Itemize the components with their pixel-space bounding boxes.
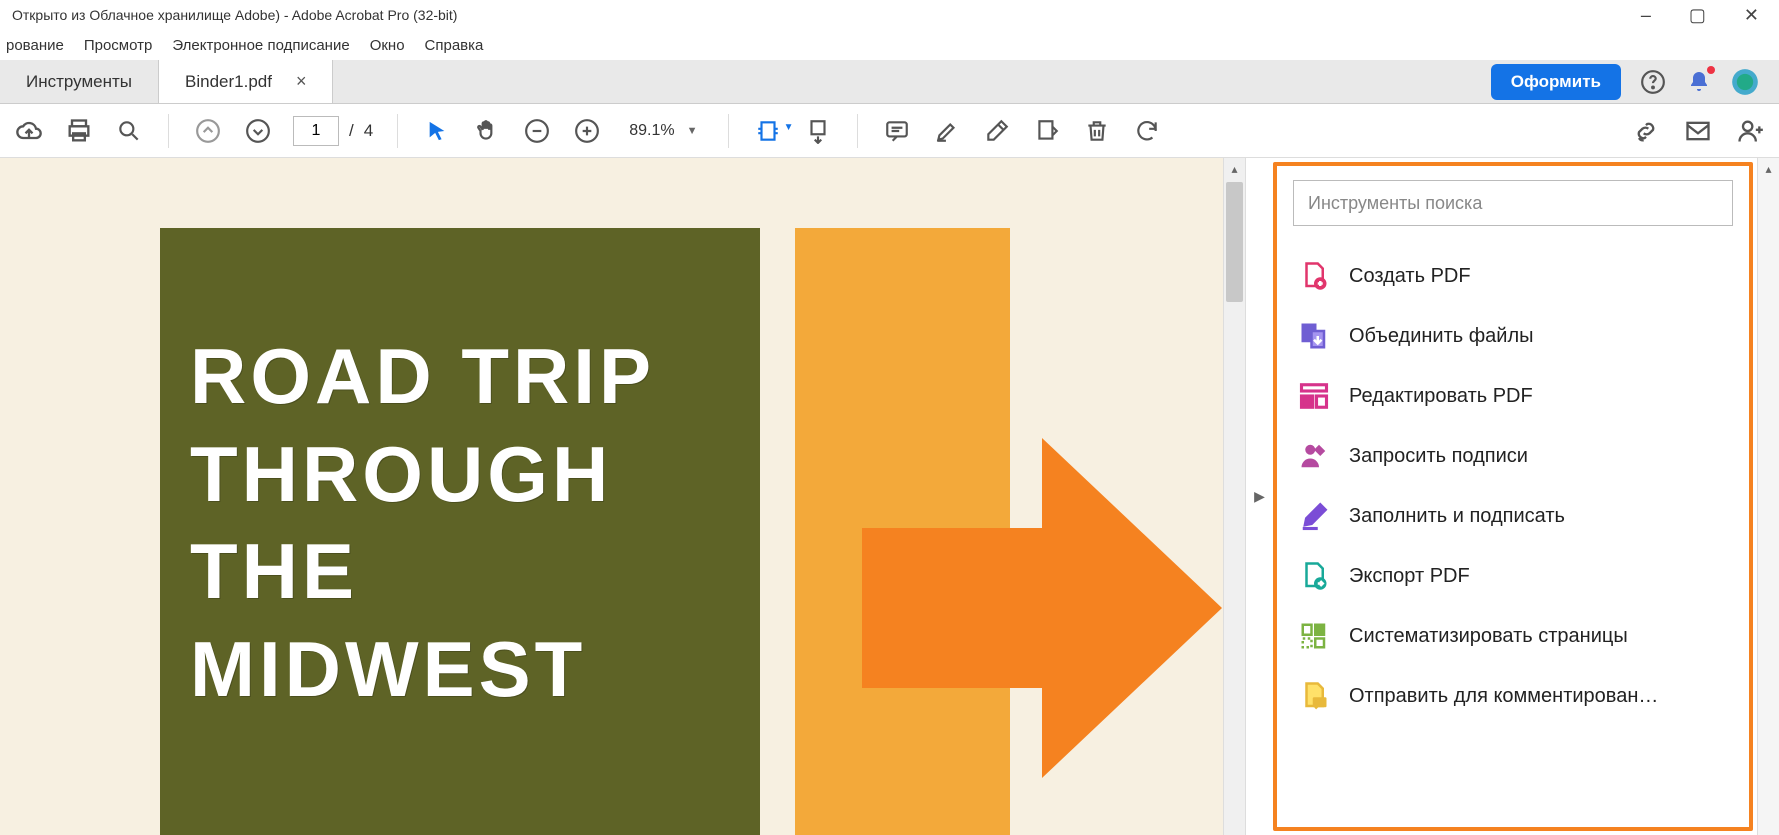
tool-fill-sign[interactable]: Заполнить и подписать: [1293, 486, 1733, 546]
profile-icon[interactable]: [1731, 68, 1759, 96]
tab-close-icon[interactable]: ×: [296, 71, 307, 92]
tab-file[interactable]: Binder1.pdf ×: [159, 60, 333, 103]
page-sep: /: [349, 121, 354, 141]
maximize-icon[interactable]: ▢: [1689, 5, 1706, 26]
doc-heading: ROAD TRIP THROUGH THE MIDWEST: [190, 328, 730, 718]
menu-item[interactable]: Электронное подписание: [172, 37, 349, 54]
delete-icon[interactable]: [1082, 116, 1112, 146]
select-arrow-icon[interactable]: [422, 116, 452, 146]
combine-icon: [1299, 321, 1329, 351]
minimize-icon[interactable]: –: [1641, 5, 1651, 26]
chevron-down-icon: ▼: [687, 125, 698, 137]
tab-label: Binder1.pdf: [185, 72, 272, 92]
page-up-icon[interactable]: [193, 116, 223, 146]
zoom-dropdown[interactable]: 89.1% ▼: [622, 119, 704, 143]
menu-bar: рование Просмотр Электронное подписание …: [0, 30, 1779, 60]
tab-tools[interactable]: Инструменты: [0, 60, 159, 103]
tabs-right: Оформить: [1491, 60, 1779, 103]
scroll-up-icon[interactable]: ▴: [1765, 162, 1771, 176]
signature-request-icon: [1299, 441, 1329, 471]
tool-label: Объединить файлы: [1349, 325, 1534, 348]
fit-width-icon[interactable]: ▼: [753, 116, 783, 146]
organize-icon: [1299, 621, 1329, 651]
tool-label: Запросить подписи: [1349, 445, 1528, 468]
edit-layout-icon: [1299, 381, 1329, 411]
menu-item[interactable]: рование: [6, 37, 64, 54]
subscribe-button[interactable]: Оформить: [1491, 64, 1621, 100]
tool-label: Систематизировать страницы: [1349, 625, 1628, 648]
tool-label: Экспорт PDF: [1349, 565, 1470, 588]
page-navigator: / 4: [293, 116, 373, 146]
tool-label: Заполнить и подписать: [1349, 505, 1565, 528]
menu-item[interactable]: Просмотр: [84, 37, 153, 54]
window-controls: – ▢ ✕: [1641, 5, 1771, 26]
comment-icon[interactable]: [882, 116, 912, 146]
tabs-row: Инструменты Binder1.pdf × Оформить: [0, 60, 1779, 104]
tool-export-pdf[interactable]: Экспорт PDF: [1293, 546, 1733, 606]
help-icon[interactable]: [1639, 68, 1667, 96]
menu-item[interactable]: Справка: [425, 37, 484, 54]
scroll-mode-icon[interactable]: [803, 116, 833, 146]
toolbar: / 4 89.1% ▼ ▼: [0, 104, 1779, 158]
doc-green-block: ROAD TRIP THROUGH THE MIDWEST: [160, 228, 760, 835]
email-icon[interactable]: [1683, 116, 1713, 146]
send-comment-icon: [1299, 681, 1329, 711]
tools-search-input[interactable]: Инструменты поиска: [1293, 180, 1733, 226]
panel-collapse-handle[interactable]: ▶: [1245, 158, 1273, 835]
document-viewport[interactable]: ROAD TRIP THROUGH THE MIDWEST ▴: [0, 158, 1245, 835]
sign-pen-icon[interactable]: [982, 116, 1012, 146]
tool-combine-files[interactable]: Объединить файлы: [1293, 306, 1733, 366]
export-icon: [1299, 561, 1329, 591]
zoom-in-icon[interactable]: [572, 116, 602, 146]
bell-icon[interactable]: [1685, 68, 1713, 96]
tool-label: Создать PDF: [1349, 265, 1471, 288]
search-placeholder: Инструменты поиска: [1308, 193, 1482, 214]
pan-hand-icon[interactable]: [472, 116, 502, 146]
zoom-value: 89.1%: [629, 122, 674, 140]
crop-page-icon[interactable]: [1032, 116, 1062, 146]
window-title: Открыто из Облачное хранилище Adobe) - A…: [8, 7, 457, 23]
close-icon[interactable]: ✕: [1744, 5, 1759, 26]
tool-organize-pages[interactable]: Систематизировать страницы: [1293, 606, 1733, 666]
fill-sign-icon: [1299, 501, 1329, 531]
print-icon[interactable]: [64, 116, 94, 146]
page-total: 4: [364, 121, 373, 141]
rotate-icon[interactable]: [1132, 116, 1162, 146]
highlight-icon[interactable]: [932, 116, 962, 146]
find-icon[interactable]: [114, 116, 144, 146]
tool-label: Отправить для комментирован…: [1349, 685, 1658, 708]
doc-arrow-graphic: [862, 438, 1222, 778]
menu-item[interactable]: Окно: [370, 37, 405, 54]
share-people-icon[interactable]: [1735, 116, 1765, 146]
scroll-up-icon[interactable]: ▴: [1224, 158, 1245, 180]
tool-label: Редактировать PDF: [1349, 385, 1533, 408]
title-bar: Открыто из Облачное хранилище Adobe) - A…: [0, 0, 1779, 30]
tool-create-pdf[interactable]: Создать PDF: [1293, 246, 1733, 306]
main-area: ROAD TRIP THROUGH THE MIDWEST ▴ ▶ Инстру…: [0, 158, 1779, 835]
tab-label: Инструменты: [26, 72, 132, 92]
page-current-input[interactable]: [293, 116, 339, 146]
zoom-out-icon[interactable]: [522, 116, 552, 146]
tools-panel: Инструменты поиска Создать PDF Объединит…: [1273, 162, 1753, 831]
page-down-icon[interactable]: [243, 116, 273, 146]
tool-edit-pdf[interactable]: Редактировать PDF: [1293, 366, 1733, 426]
cloud-upload-icon[interactable]: [14, 116, 44, 146]
panel-scrollbar[interactable]: ▴: [1757, 158, 1779, 835]
tool-send-comments[interactable]: Отправить для комментирован…: [1293, 666, 1733, 726]
link-share-icon[interactable]: [1631, 116, 1661, 146]
page-plus-icon: [1299, 261, 1329, 291]
document-scrollbar[interactable]: ▴: [1223, 158, 1245, 835]
tool-request-signatures[interactable]: Запросить подписи: [1293, 426, 1733, 486]
scroll-thumb[interactable]: [1226, 182, 1243, 302]
